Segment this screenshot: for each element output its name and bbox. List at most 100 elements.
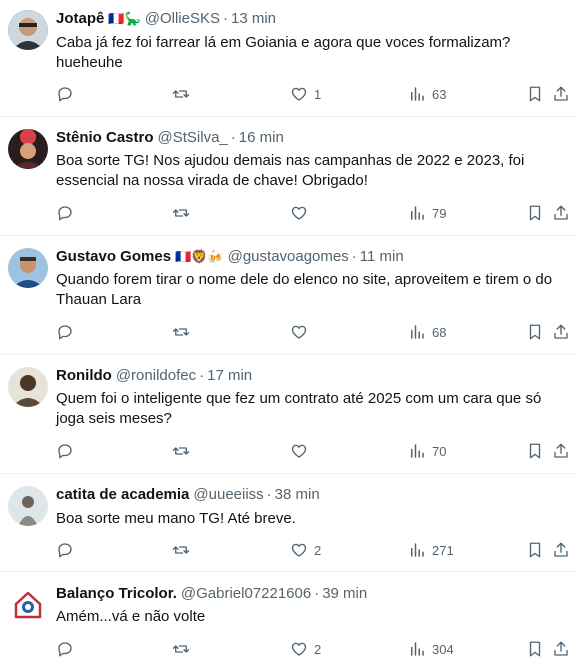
- bookmark-button[interactable]: [526, 203, 544, 223]
- share-icon: [554, 205, 568, 220]
- share-button[interactable]: [552, 322, 570, 342]
- bookmark-icon: [529, 205, 541, 221]
- repost-icon: [172, 209, 190, 217]
- avatar[interactable]: [8, 129, 48, 169]
- repost-button[interactable]: [172, 441, 190, 461]
- views-button[interactable]: 304: [408, 639, 454, 659]
- bookmark-icon: [529, 443, 541, 459]
- share-icon: [554, 443, 568, 458]
- reply-button[interactable]: [56, 441, 74, 461]
- like-button[interactable]: 1: [290, 84, 321, 104]
- repost-button[interactable]: [172, 322, 190, 342]
- views-chart-icon: [411, 325, 424, 339]
- share-button[interactable]: [552, 441, 570, 461]
- author-handle[interactable]: @Gabriel07221606: [181, 585, 311, 602]
- reply-tweet[interactable]: Stênio Castro @StSilva_ · 16 min Boa sorte …: [0, 117, 579, 236]
- like-button[interactable]: 2: [290, 540, 321, 560]
- timestamp[interactable]: 17 min: [207, 367, 252, 384]
- avatar[interactable]: [8, 248, 48, 288]
- tweet-actions: 2 304: [56, 639, 571, 659]
- reply-icon: [58, 444, 72, 459]
- views-chart-icon: [411, 642, 424, 656]
- author-name[interactable]: Jotapê: [56, 10, 104, 27]
- share-button[interactable]: [552, 540, 570, 560]
- separator-dot: ·: [314, 585, 320, 602]
- tweet-actions: 79: [56, 203, 571, 223]
- avatar[interactable]: [8, 367, 48, 407]
- like-button[interactable]: 2: [290, 639, 321, 659]
- reply-tweet[interactable]: Balanço Tricolor. @Gabriel07221606 · 39 min…: [0, 572, 579, 669]
- author-name[interactable]: catita de academia: [56, 486, 189, 503]
- author-handle[interactable]: @StSilva_: [158, 129, 228, 146]
- share-icon: [554, 542, 568, 557]
- separator-dot: ·: [199, 367, 205, 384]
- reply-tweet[interactable]: Gustavo Gomes 🇫🇷🦁🍻 @gustavoagomes · 11 min Q…: [0, 236, 579, 355]
- share-icon: [554, 641, 568, 656]
- repost-button[interactable]: [172, 540, 190, 560]
- timestamp[interactable]: 11 min: [360, 248, 404, 265]
- reply-tweet[interactable]: catita de academia @uueeiiss · 38 min Boa s…: [0, 474, 579, 572]
- author-name[interactable]: Balanço Tricolor.: [56, 585, 177, 602]
- timestamp[interactable]: 13 min: [231, 10, 276, 27]
- author-name[interactable]: Gustavo Gomes: [56, 248, 171, 265]
- like-count: 2: [314, 542, 322, 558]
- reply-tweet[interactable]: Jotapê 🇫🇷🦕 @OllieSKS · 13 min Caba já fez fo…: [0, 0, 579, 117]
- bookmark-button[interactable]: [526, 639, 544, 659]
- tweet-text: Boa sorte TG! Nos ajudou demais nas camp…: [56, 152, 525, 189]
- author-handle[interactable]: @ronildofec: [116, 367, 196, 384]
- views-chart-icon: [411, 543, 424, 557]
- repost-button[interactable]: [172, 203, 190, 223]
- like-button[interactable]: [290, 441, 308, 461]
- like-count: 2: [314, 641, 322, 657]
- avatar[interactable]: [8, 486, 48, 526]
- view-count: 70: [432, 443, 447, 459]
- avatar[interactable]: [8, 584, 48, 624]
- repost-button[interactable]: [172, 639, 190, 659]
- reply-button[interactable]: [56, 639, 74, 659]
- tweet-actions: 70: [56, 441, 571, 461]
- views-button[interactable]: 63: [408, 84, 446, 104]
- reply-tweet[interactable]: Ronildo @ronildofec · 17 min Quem foi o int…: [0, 355, 579, 474]
- name-emoji: 🇫🇷🦁🍻: [175, 249, 224, 264]
- reply-button[interactable]: [56, 203, 74, 223]
- reply-button[interactable]: [56, 540, 74, 560]
- reply-icon: [58, 206, 72, 221]
- views-button[interactable]: 79: [408, 203, 446, 223]
- views-button[interactable]: 70: [408, 441, 446, 461]
- timestamp[interactable]: 38 min: [275, 486, 320, 503]
- timestamp[interactable]: 39 min: [322, 585, 367, 602]
- author-name[interactable]: Ronildo: [56, 367, 112, 384]
- share-button[interactable]: [552, 84, 570, 104]
- like-button[interactable]: [290, 203, 308, 223]
- bookmark-button[interactable]: [526, 322, 544, 342]
- repost-icon: [172, 328, 190, 336]
- bookmark-button[interactable]: [526, 540, 544, 560]
- heart-icon: [291, 87, 307, 101]
- tweet-text: Quem foi o inteligente que fez um contra…: [56, 390, 542, 427]
- view-count: 68: [432, 324, 447, 340]
- reply-button[interactable]: [56, 322, 74, 342]
- author-name[interactable]: Stênio Castro: [56, 129, 154, 146]
- share-button[interactable]: [552, 639, 570, 659]
- bookmark-icon: [529, 86, 541, 102]
- repost-icon: [172, 90, 190, 98]
- avatar[interactable]: [8, 10, 48, 50]
- reply-button[interactable]: [56, 84, 74, 104]
- bookmark-button[interactable]: [526, 84, 544, 104]
- views-button[interactable]: 271: [408, 540, 454, 560]
- like-button[interactable]: [290, 322, 308, 342]
- views-chart-icon: [411, 87, 424, 101]
- author-handle[interactable]: @uueeiiss: [193, 486, 263, 503]
- bookmark-button[interactable]: [526, 441, 544, 461]
- author-handle[interactable]: @gustavoagomes: [228, 248, 349, 265]
- repost-button[interactable]: [172, 84, 190, 104]
- timestamp[interactable]: 16 min: [239, 129, 284, 146]
- heart-icon: [291, 444, 307, 458]
- repost-icon: [172, 447, 190, 455]
- views-button[interactable]: 68: [408, 322, 446, 342]
- share-button[interactable]: [552, 203, 570, 223]
- repost-icon: [172, 546, 190, 554]
- reply-icon: [58, 642, 72, 657]
- author-handle[interactable]: @OllieSKS: [145, 10, 220, 27]
- view-count: 271: [432, 542, 454, 558]
